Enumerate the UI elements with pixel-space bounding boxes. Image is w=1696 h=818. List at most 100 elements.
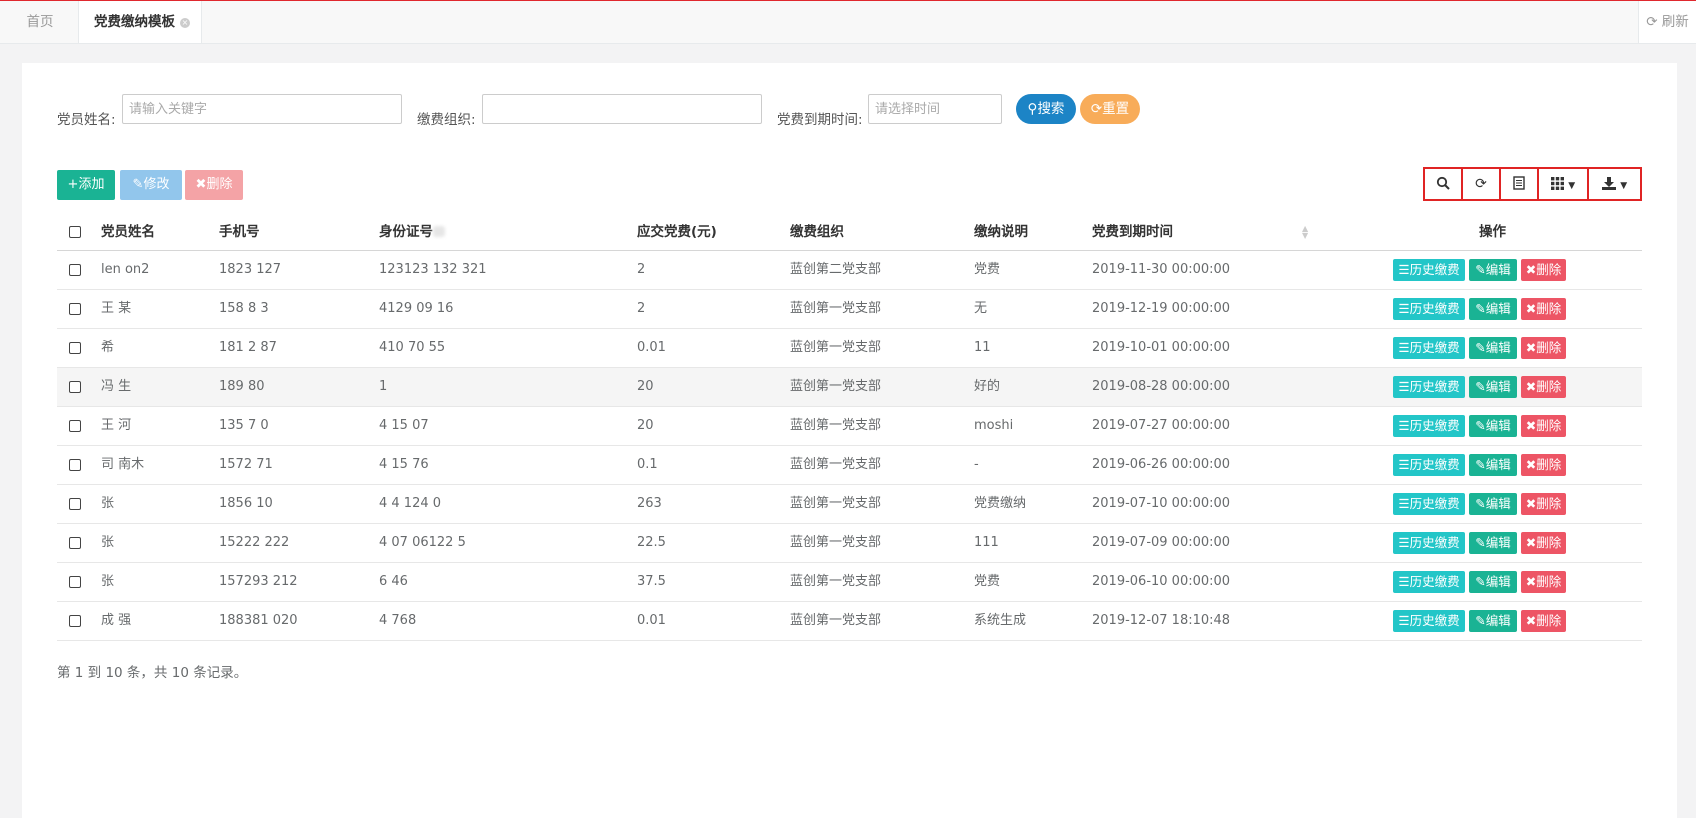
row-checkbox[interactable]: [69, 459, 81, 471]
row-edit-label: 编辑: [1485, 535, 1511, 550]
row-delete-label: 删除: [1536, 613, 1562, 628]
blurred-text: [433, 226, 445, 237]
close-icon: ✖: [1525, 301, 1537, 316]
search-button-label: 搜索: [1037, 101, 1065, 117]
close-icon: ✖: [1525, 535, 1537, 550]
history-payment-button[interactable]: ☰历史缴费: [1393, 454, 1465, 476]
row-checkbox[interactable]: [69, 576, 81, 588]
history-payment-label: 历史缴费: [1409, 535, 1460, 550]
history-payment-button[interactable]: ☰历史缴费: [1393, 298, 1465, 320]
delete-button[interactable]: ✖删除: [185, 170, 243, 200]
history-payment-label: 历史缴费: [1409, 496, 1460, 511]
list-icon: ☰: [1398, 418, 1410, 433]
header-fee[interactable]: 应交党费(元): [637, 214, 717, 250]
row-edit-button[interactable]: ✎编辑: [1469, 610, 1517, 632]
list-icon: ☰: [1398, 340, 1410, 355]
cell-note: 无: [974, 301, 988, 316]
cell-note: 111: [974, 535, 999, 550]
list-icon: ☰: [1398, 379, 1410, 394]
row-edit-button[interactable]: ✎编辑: [1469, 454, 1517, 476]
cell-org: 蓝创第一党支部: [790, 574, 882, 589]
history-payment-button[interactable]: ☰历史缴费: [1393, 493, 1465, 515]
header-note[interactable]: 缴纳说明: [974, 214, 1028, 250]
row-edit-button[interactable]: ✎编辑: [1469, 493, 1517, 515]
cell-id-number: 1: [379, 379, 388, 394]
history-payment-button[interactable]: ☰历史缴费: [1393, 376, 1465, 398]
row-delete-button[interactable]: ✖删除: [1521, 415, 1566, 437]
tab-home[interactable]: 首页: [2, 1, 79, 43]
row-checkbox[interactable]: [69, 537, 81, 549]
tab-label: 党费缴纳模板: [94, 14, 175, 30]
cell-expire: 2019-08-28 00:00:00: [1092, 379, 1231, 394]
row-edit-button[interactable]: ✎编辑: [1469, 337, 1517, 359]
pagination-summary: 第 1 到 10 条，共 10 条记录。: [57, 665, 248, 681]
sort-icon[interactable]: ▲ ▼: [1302, 225, 1308, 240]
table-row: 成 强 188381 020 4 768 0.01 蓝创第一党支部 系统生成 2019-12…: [57, 602, 1642, 641]
history-payment-button[interactable]: ☰历史缴费: [1393, 532, 1465, 554]
row-checkbox[interactable]: [69, 303, 81, 315]
cell-expire: 2019-06-10 00:00:00: [1092, 574, 1231, 589]
cell-expire: 2019-11-30 00:00:00: [1092, 262, 1231, 277]
row-delete-button[interactable]: ✖删除: [1521, 298, 1566, 320]
row-delete-button[interactable]: ✖删除: [1521, 610, 1566, 632]
row-delete-button[interactable]: ✖删除: [1521, 454, 1566, 476]
header-id-number[interactable]: 身份证号: [379, 214, 445, 250]
row-delete-button[interactable]: ✖删除: [1521, 259, 1566, 281]
refresh-table-button[interactable]: ⟳: [1461, 167, 1501, 201]
row-checkbox[interactable]: [69, 420, 81, 432]
close-icon: ✖: [195, 177, 207, 192]
close-icon[interactable]: ×: [180, 18, 190, 28]
cell-expire: 2019-07-10 00:00:00: [1092, 496, 1231, 511]
export-dropdown-button[interactable]: ▼: [1587, 167, 1642, 201]
row-checkbox[interactable]: [69, 264, 81, 276]
history-payment-button[interactable]: ☰历史缴费: [1393, 259, 1465, 281]
row-delete-button[interactable]: ✖删除: [1521, 376, 1566, 398]
row-delete-button[interactable]: ✖删除: [1521, 571, 1566, 593]
reset-button[interactable]: ⟳重置: [1080, 94, 1140, 124]
header-phone[interactable]: 手机号: [219, 214, 260, 250]
cell-fee: 0.01: [637, 613, 666, 628]
edit-icon: ✎: [1475, 379, 1486, 394]
add-button[interactable]: +添加: [57, 170, 115, 200]
row-delete-button[interactable]: ✖删除: [1521, 493, 1566, 515]
row-edit-label: 编辑: [1485, 340, 1511, 355]
header-expire[interactable]: 党费到期时间: [1092, 214, 1173, 250]
select-all-checkbox[interactable]: [69, 226, 81, 238]
row-edit-button[interactable]: ✎编辑: [1469, 376, 1517, 398]
history-payment-button[interactable]: ☰历史缴费: [1393, 337, 1465, 359]
toggle-search-button[interactable]: [1423, 167, 1463, 201]
header-org[interactable]: 缴费组织: [790, 214, 844, 250]
row-checkbox[interactable]: [69, 342, 81, 354]
history-payment-button[interactable]: ☰历史缴费: [1393, 571, 1465, 593]
header-member-name[interactable]: 党员姓名: [101, 214, 155, 250]
row-edit-button[interactable]: ✎编辑: [1469, 259, 1517, 281]
history-payment-button[interactable]: ☰历史缴费: [1393, 415, 1465, 437]
row-delete-button[interactable]: ✖删除: [1521, 532, 1566, 554]
row-checkbox[interactable]: [69, 381, 81, 393]
payment-org-input[interactable]: [482, 94, 762, 124]
row-edit-button[interactable]: ✎编辑: [1469, 571, 1517, 593]
search-button[interactable]: ⚲搜索: [1016, 94, 1076, 124]
cell-expire: 2019-12-19 00:00:00: [1092, 301, 1231, 316]
edit-icon: ✎: [1475, 418, 1486, 433]
expire-time-input[interactable]: [868, 94, 1002, 124]
tab-party-fee-template[interactable]: 党费缴纳模板 ×: [79, 1, 202, 43]
row-edit-button[interactable]: ✎编辑: [1469, 532, 1517, 554]
row-edit-button[interactable]: ✎编辑: [1469, 415, 1517, 437]
cell-member-name: 张: [101, 535, 115, 550]
history-payment-button[interactable]: ☰历史缴费: [1393, 610, 1465, 632]
row-checkbox[interactable]: [69, 615, 81, 627]
row-delete-button[interactable]: ✖删除: [1521, 337, 1566, 359]
row-checkbox[interactable]: [69, 498, 81, 510]
cell-phone: 188381 020: [219, 613, 298, 628]
row-edit-button[interactable]: ✎编辑: [1469, 298, 1517, 320]
columns-dropdown-button[interactable]: ▼: [1537, 167, 1589, 201]
toggle-view-button[interactable]: [1499, 167, 1539, 201]
edit-button[interactable]: ✎修改: [120, 170, 182, 200]
refresh-icon: ⟳: [1646, 14, 1658, 30]
member-name-input[interactable]: [122, 94, 402, 124]
cell-org: 蓝创第一党支部: [790, 379, 882, 394]
refresh-tab-button[interactable]: ⟳ 刷新: [1638, 1, 1696, 43]
chevron-down-icon: ▼: [1620, 181, 1628, 191]
row-delete-label: 删除: [1536, 457, 1562, 472]
